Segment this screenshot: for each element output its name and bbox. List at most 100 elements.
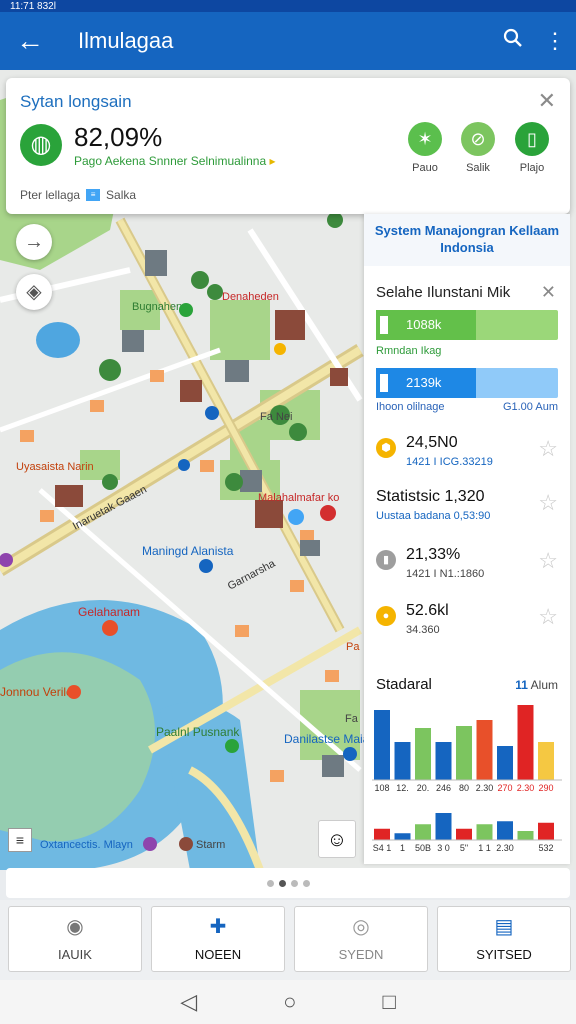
info-card-title: Sytan longsain bbox=[20, 92, 132, 111]
progress-caption: Rmndan Ikag bbox=[376, 345, 442, 357]
map-pin-icon[interactable] bbox=[199, 559, 213, 573]
arrow-right-icon: → bbox=[24, 231, 44, 253]
chart-bar bbox=[517, 831, 534, 840]
pager-dot[interactable] bbox=[290, 879, 298, 887]
map-label: Maningd Alanista bbox=[142, 544, 234, 558]
avatar[interactable]: ☺ bbox=[318, 820, 356, 858]
link-icon: ≡ bbox=[86, 189, 101, 201]
quick-action-label: Pauo bbox=[412, 162, 438, 174]
layers-button[interactable]: ◈ bbox=[16, 274, 52, 310]
stat-row[interactable]: ⬢ 24,5N0 1421 I ICG.33219 ☆ bbox=[376, 432, 558, 476]
no-entry-icon: ⊘ bbox=[461, 122, 495, 156]
pager bbox=[6, 868, 570, 898]
map-pin-icon[interactable] bbox=[143, 837, 157, 851]
chart-bar bbox=[415, 824, 431, 840]
chart-tick-label: 532 bbox=[538, 843, 553, 853]
map-pin-icon[interactable] bbox=[102, 620, 118, 636]
chart-bar bbox=[374, 828, 390, 840]
close-button[interactable]: ✕ bbox=[538, 88, 556, 114]
tab-noeen[interactable]: ✚ NOEEN bbox=[151, 906, 285, 972]
stat-row[interactable]: ▮ 21,33% 1421 I N1.:1860 ☆ bbox=[376, 544, 558, 588]
chart-tick-label: 108 bbox=[374, 783, 389, 793]
legend-button[interactable]: ≡ bbox=[8, 828, 32, 852]
clipboard-icon: ▯ bbox=[515, 122, 549, 156]
chart-bar bbox=[538, 822, 554, 840]
chart-bar bbox=[374, 710, 390, 780]
layers-icon: ◈ bbox=[26, 281, 42, 303]
more-button[interactable]: ⋮ bbox=[534, 28, 576, 54]
quick-action-pauo[interactable]: ✶ Pauo bbox=[400, 122, 450, 174]
search-button[interactable] bbox=[492, 28, 534, 54]
shield-plus-icon: ✚ bbox=[209, 916, 227, 938]
star-icon[interactable]: ☆ bbox=[538, 490, 558, 516]
tab-label: SYEDN bbox=[338, 947, 384, 962]
chart-meta-number: 11 bbox=[515, 678, 528, 692]
map-pin-icon[interactable] bbox=[225, 739, 239, 753]
chart-bar bbox=[415, 728, 431, 780]
tab-label: IAUIK bbox=[58, 947, 92, 962]
status-bar: 11:71 832l bbox=[0, 0, 576, 12]
map-pin-icon[interactable] bbox=[179, 837, 193, 851]
star-icon[interactable]: ☆ bbox=[538, 548, 558, 574]
nav-home-icon[interactable]: ○ bbox=[283, 989, 296, 1015]
map-pin-icon[interactable] bbox=[288, 509, 304, 525]
bar-badge bbox=[380, 374, 388, 392]
nav-recent-icon[interactable]: □ bbox=[382, 989, 395, 1015]
map-pin-icon[interactable] bbox=[67, 685, 81, 699]
pager-dot[interactable] bbox=[266, 879, 274, 887]
map-label: Jonnou Verile bbox=[0, 685, 73, 699]
chart-bar bbox=[497, 821, 513, 840]
info-card-subtitle: Pago Aekena Snnner Selnimualinna ▸ bbox=[74, 154, 276, 168]
quick-action-salik[interactable]: ⊘ Salik bbox=[453, 122, 503, 174]
map-pin-icon[interactable] bbox=[343, 747, 357, 761]
hexagon-icon: ⬢ bbox=[376, 438, 396, 458]
progress-caption: Ihoon olilnage bbox=[376, 401, 445, 413]
map-pin-icon[interactable] bbox=[178, 459, 190, 471]
map-pin-icon[interactable] bbox=[320, 505, 336, 521]
chart-bar bbox=[394, 742, 411, 780]
tab-label: NOEEN bbox=[194, 947, 242, 962]
tab-iauik[interactable]: ◉ IAUIK bbox=[8, 906, 142, 972]
chart-tick-label: 2.30 bbox=[517, 783, 535, 793]
quick-action-plajo[interactable]: ▯ Plajo bbox=[507, 122, 557, 174]
chart-tick-label: 50B bbox=[415, 843, 431, 853]
star-icon[interactable]: ☆ bbox=[538, 604, 558, 630]
map-pin-icon[interactable] bbox=[179, 303, 193, 317]
chart-tick-label: 290 bbox=[538, 783, 553, 793]
chart-tick-label: 2.30 bbox=[496, 843, 514, 853]
progress-value: 1088k bbox=[406, 317, 442, 332]
stat-row[interactable]: ● 52.6kl 34.360 ☆ bbox=[376, 600, 558, 644]
stat-row[interactable]: Statistsic 1,320 Uustaa badana 0,53:90 ☆ bbox=[376, 486, 558, 530]
directions-button[interactable]: → bbox=[16, 224, 52, 260]
info-card-footer-link[interactable]: Salka bbox=[106, 188, 136, 202]
avatar-icon: ☺ bbox=[326, 829, 348, 851]
chart-bar bbox=[435, 813, 452, 840]
tab-syedn[interactable]: ◎ SYEDN bbox=[294, 906, 428, 972]
nav-back-icon[interactable]: ◁ bbox=[180, 989, 197, 1015]
tab-label: SYITSED bbox=[476, 947, 532, 962]
chart-tick-label: 5" bbox=[460, 843, 468, 853]
id-card-icon: ▤ bbox=[494, 916, 514, 938]
map-pin-icon[interactable] bbox=[205, 406, 219, 420]
panel-close-button[interactable]: ✕ bbox=[541, 282, 556, 303]
close-icon: ✕ bbox=[537, 88, 556, 113]
tab-syitsed[interactable]: ▤ SYITSED bbox=[437, 906, 571, 972]
back-button[interactable]: ← bbox=[0, 25, 60, 57]
quick-action-label: Plajo bbox=[519, 162, 545, 174]
info-card-footer: Pter lellaga ≡ Salka bbox=[20, 188, 136, 202]
stats-panel: System Manajongran Kellaam Indonsia Sela… bbox=[364, 214, 570, 864]
map-label: Uyasaista Narin bbox=[16, 461, 94, 473]
pager-dot[interactable] bbox=[302, 879, 310, 887]
stat-sub: 1421 I ICG.33219 bbox=[406, 456, 493, 468]
chart-tick-label: 3 0 bbox=[437, 843, 450, 853]
globe-icon: ◍ bbox=[20, 124, 62, 166]
panel-header: System Manajongran Kellaam Indonsia bbox=[364, 214, 570, 266]
chart-tick-label: S4 1 bbox=[373, 843, 392, 853]
pager-dot[interactable] bbox=[278, 879, 286, 887]
star-icon[interactable]: ☆ bbox=[538, 436, 558, 462]
app-bar: ← Ilmulagaa ⋮ bbox=[0, 12, 576, 70]
chart-bar bbox=[435, 742, 452, 780]
chart-bar bbox=[538, 742, 554, 780]
map-pin-icon[interactable] bbox=[274, 343, 286, 355]
chart-meta: 11 Alum bbox=[515, 678, 558, 692]
